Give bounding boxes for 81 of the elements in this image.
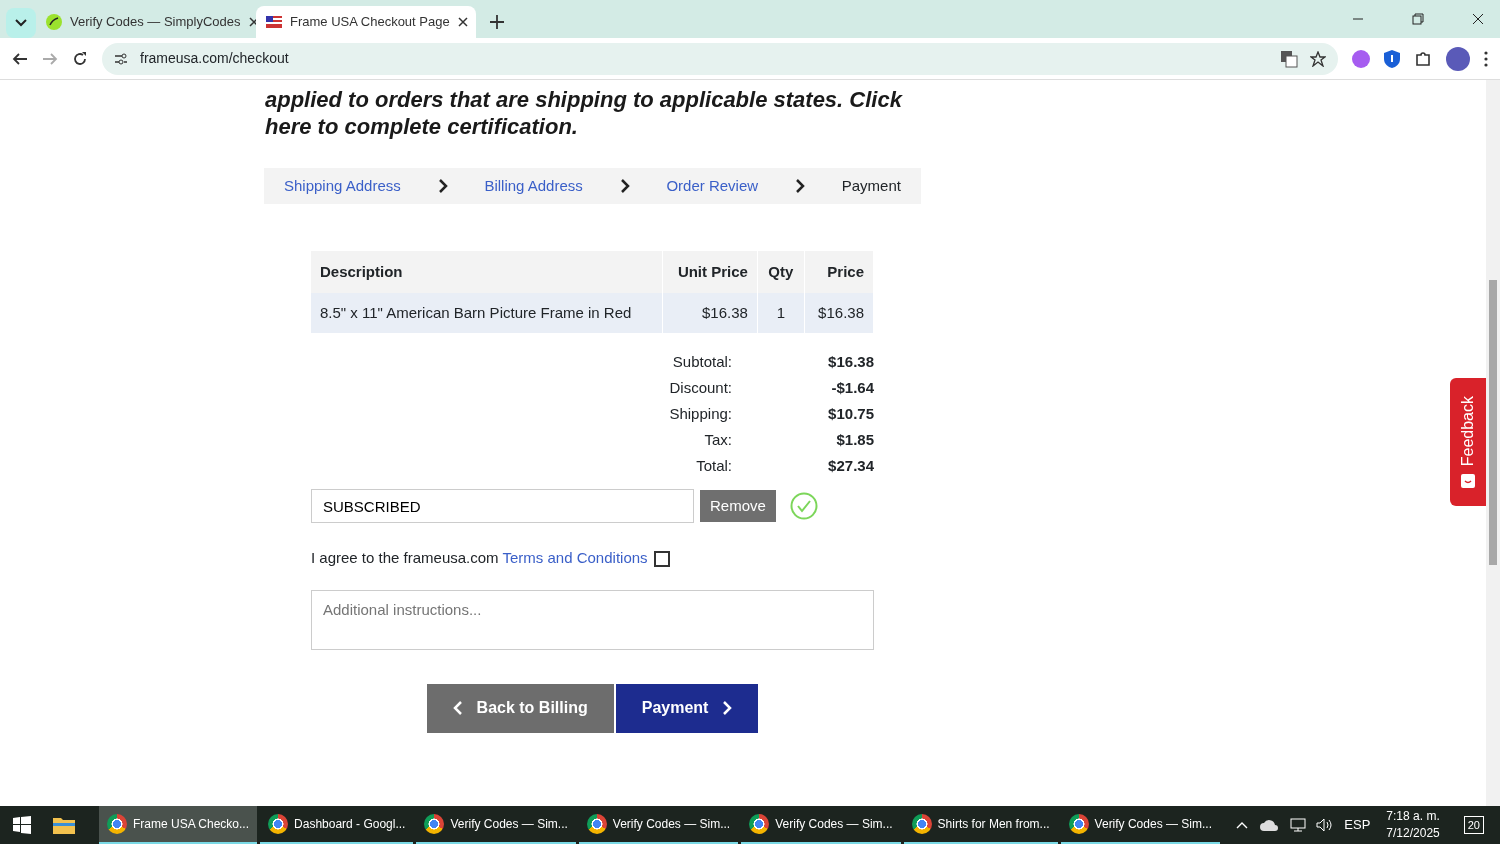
browser-tab[interactable]: Frame USA Checkout Page	[256, 6, 476, 38]
chrome-icon	[1068, 814, 1089, 834]
terms-text: I agree to the frameusa.com	[311, 549, 500, 566]
taskbar-item[interactable]: Verify Codes — Sim...	[1060, 806, 1220, 844]
windows-start-icon[interactable]	[13, 816, 31, 834]
back-icon[interactable]	[12, 50, 28, 67]
chrome-icon	[424, 814, 445, 834]
new-tab-icon[interactable]	[490, 15, 504, 29]
terms-link[interactable]: Terms and Conditions	[502, 549, 648, 566]
clock-time[interactable]: 7:18 a. m.	[1386, 808, 1440, 825]
table-cell: 8.5" x 11" American Barn Picture Frame in Red	[311, 293, 663, 333]
coupon-field[interactable]: SUBSCRIBED	[311, 489, 694, 523]
summary-value: $16.38	[827, 351, 874, 372]
chevron-icon	[619, 179, 630, 193]
feedback-tab[interactable]: Feedback	[1450, 378, 1486, 506]
taskbar-item[interactable]: Verify Codes — Sim...	[741, 806, 901, 844]
taskbar-item[interactable]: Shirts for Men from...	[903, 806, 1058, 844]
summary-label: Discount:	[668, 377, 732, 398]
notice-text: applied to orders that are shipping to applicable states. Click here to complete certification.	[265, 86, 904, 140]
chevron-up-icon[interactable]	[1236, 821, 1249, 829]
taskbar-item[interactable]: Dashboard - Googl...	[260, 806, 414, 844]
chrome-icon	[911, 814, 932, 834]
scrollbar-thumb[interactable]	[1489, 280, 1497, 565]
profile-avatar[interactable]	[1446, 46, 1470, 71]
chevron-icon	[437, 179, 448, 193]
payment-button[interactable]: Payment	[615, 683, 759, 733]
translate-icon[interactable]	[1280, 49, 1298, 68]
summary-value: $1.85	[835, 429, 874, 450]
chrome-icon	[749, 814, 770, 834]
back-button[interactable]: Back to Billing	[426, 683, 614, 733]
folder-icon[interactable]	[53, 816, 75, 834]
flag-icon	[266, 16, 282, 28]
remove-button[interactable]: Remove	[700, 490, 776, 522]
column-header: Description	[311, 251, 663, 293]
summary-label: Subtotal:	[671, 351, 732, 372]
summary-value: $10.75	[827, 403, 874, 424]
taskbar-item[interactable]: Verify Codes — Sim...	[578, 806, 739, 844]
tab-list-icon[interactable]	[6, 8, 36, 38]
table-cell: $16.38	[804, 293, 874, 333]
chrome-icon	[107, 814, 127, 834]
smiley-icon	[1461, 474, 1475, 489]
leaf-icon	[46, 14, 62, 30]
network-icon[interactable]	[1290, 818, 1307, 832]
close-icon[interactable]	[457, 17, 468, 27]
chrome-icon	[586, 814, 607, 834]
notification-count[interactable]: 20	[1463, 815, 1484, 835]
summary-label: Total:	[695, 455, 732, 476]
column-header: Qty	[757, 251, 805, 293]
volume-icon[interactable]	[1316, 818, 1333, 832]
instructions-field[interactable]: Additional instructions...	[311, 589, 874, 650]
language-indicator[interactable]: ESP	[1344, 815, 1371, 835]
step-link[interactable]: Billing Address	[484, 174, 583, 198]
step-link[interactable]: Shipping Address	[284, 174, 401, 198]
taskbar-item[interactable]: Verify Codes — Sim...	[416, 806, 576, 844]
star-icon[interactable]	[1310, 50, 1326, 67]
summary-label: Shipping:	[668, 403, 732, 424]
table-cell: 1	[757, 293, 805, 333]
column-header: Unit Price	[662, 251, 758, 293]
taskbar-item[interactable]: Frame USA Checko...	[99, 806, 258, 844]
column-header: Price	[804, 251, 874, 293]
clock-date[interactable]: 7/12/2025	[1386, 825, 1440, 842]
close-icon[interactable]	[248, 17, 259, 27]
summary-value: $27.34	[827, 455, 874, 476]
close-icon[interactable]	[1472, 13, 1484, 25]
chevron-right-icon	[722, 701, 733, 715]
browser-tab[interactable]: Verify Codes — SimplyCodes	[36, 6, 256, 38]
chevron-icon	[794, 179, 805, 193]
restore-icon[interactable]	[1412, 13, 1424, 25]
terms-checkbox[interactable]	[653, 551, 670, 568]
shield-icon[interactable]	[1384, 49, 1400, 68]
table-cell: $16.38	[662, 293, 758, 333]
summary-label: Tax:	[703, 429, 732, 450]
step-label: Payment	[841, 175, 901, 196]
menu-icon[interactable]	[1484, 50, 1488, 67]
step-link[interactable]: Order Review	[666, 174, 759, 198]
summary-value: -$1.64	[830, 377, 874, 398]
cloud-icon[interactable]	[1260, 819, 1279, 831]
chrome-icon	[268, 814, 289, 834]
chevron-left-icon	[452, 701, 463, 715]
reload-icon[interactable]	[72, 50, 88, 67]
site-settings-icon[interactable]	[114, 51, 128, 66]
